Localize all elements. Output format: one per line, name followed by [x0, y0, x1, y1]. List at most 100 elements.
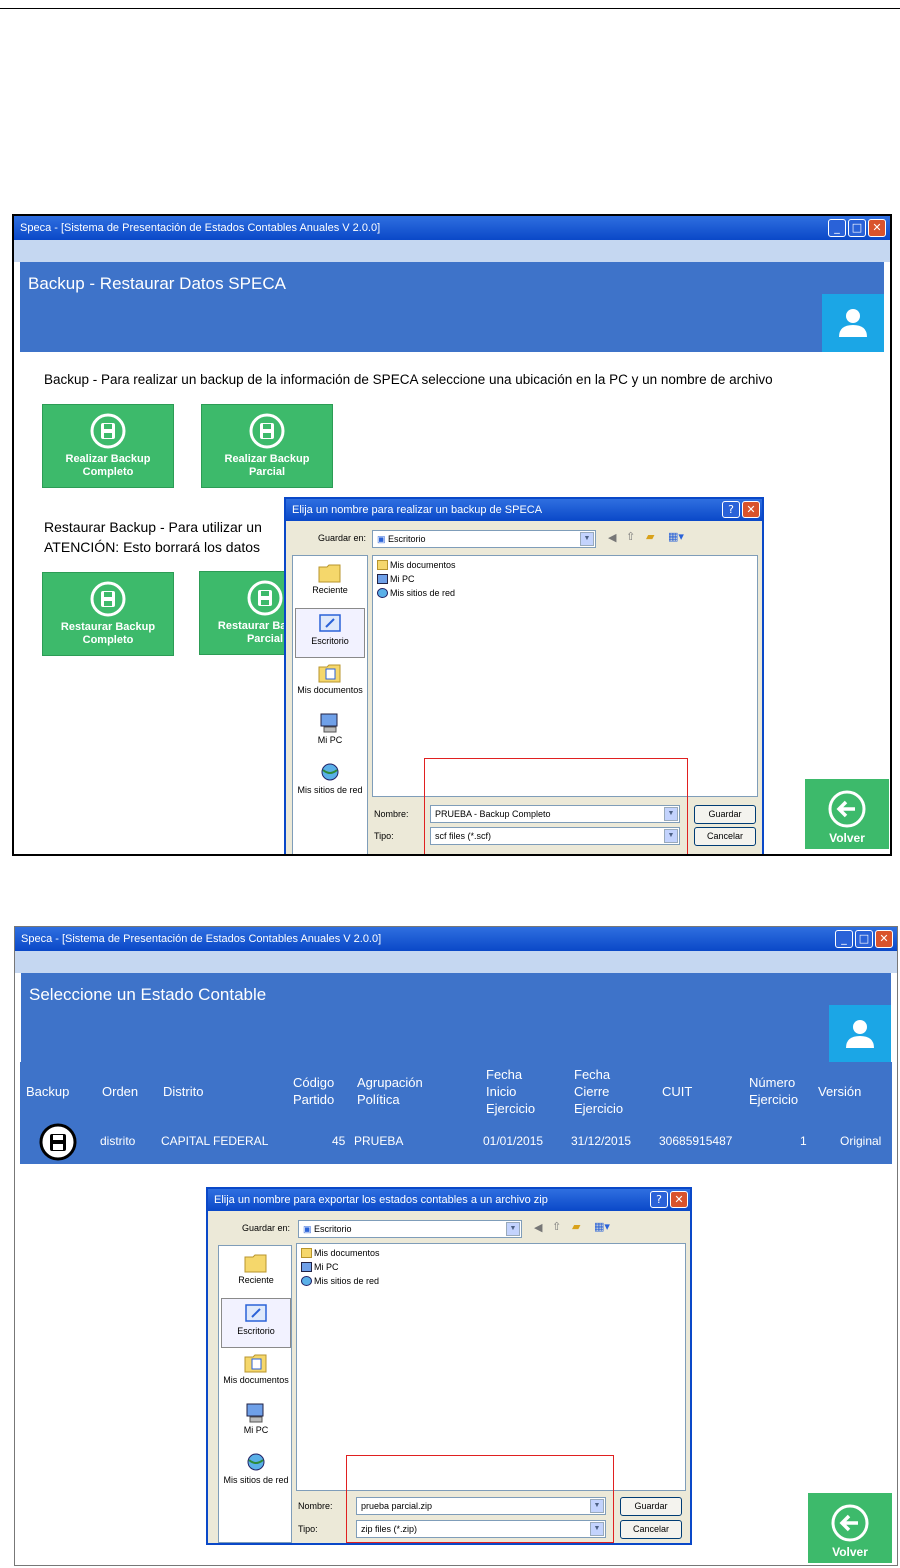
computer-icon	[246, 1403, 264, 1423]
maximize-button[interactable]: □	[855, 930, 873, 948]
restore-full-label: Restaurar Backup Completo	[60, 621, 156, 646]
chevron-down-icon: ▼	[506, 1222, 520, 1236]
list-item[interactable]: Mis sitios de red	[301, 1276, 379, 1286]
view-menu-icon[interactable]: ▦▾	[594, 1220, 610, 1233]
desktop-icon	[319, 614, 341, 632]
window-title: Speca - [Sistema de Presentación de Esta…	[21, 933, 382, 945]
column-header[interactable]: Fecha Cierre Ejercicio	[574, 1062, 644, 1120]
restore-instruction-line1: Restaurar Backup - Para utilizar un	[44, 519, 262, 535]
page-header: Backup - Restaurar Datos SPECA	[20, 262, 884, 352]
place-desktop[interactable]: Escritorio	[221, 1298, 291, 1348]
cancel-button[interactable]: Cancelar	[620, 1520, 682, 1539]
name-label: Nombre:	[374, 809, 409, 819]
save-button[interactable]: Guardar	[694, 805, 756, 824]
dialog-close-button[interactable]: ✕	[670, 1191, 688, 1208]
save-in-label: Guardar en:	[242, 1223, 291, 1233]
chevron-down-icon: ▼	[580, 532, 594, 546]
column-header[interactable]: Código Partido	[293, 1062, 349, 1120]
save-in-select[interactable]: ▣ Escritorio ▼	[372, 530, 596, 548]
speca-window-backup: Speca - [Sistema de Presentación de Esta…	[12, 214, 892, 856]
save-button[interactable]: Guardar	[620, 1497, 682, 1516]
user-button[interactable]	[822, 294, 884, 352]
volver-button[interactable]: Volver	[808, 1493, 892, 1563]
volver-label: Volver	[832, 1545, 868, 1559]
minimize-button[interactable]: _	[835, 930, 853, 948]
cell-distrito: CAPITAL FEDERAL	[161, 1134, 269, 1148]
save-in-select[interactable]: ▣ Escritorio ▼	[298, 1220, 522, 1238]
place-recent[interactable]: Reciente	[221, 1248, 291, 1298]
close-button[interactable]: ✕	[868, 219, 886, 237]
user-icon	[846, 1020, 874, 1048]
backup-partial-button[interactable]: Realizar Backup Parcial	[201, 404, 333, 488]
cancel-button[interactable]: Cancelar	[694, 827, 756, 846]
column-header[interactable]: Fecha Inicio Ejercicio	[486, 1062, 556, 1120]
type-label: Tipo:	[298, 1524, 318, 1534]
list-item[interactable]: Mi PC	[301, 1262, 339, 1272]
floppy-backup-icon[interactable]	[38, 1123, 78, 1161]
page-header: Seleccione un Estado Contable	[21, 973, 891, 1063]
cell-cierre: 31/12/2015	[571, 1134, 632, 1148]
documents-folder-icon	[244, 1354, 267, 1373]
dialog-titlebar: Elija un nombre para exportar los estado…	[208, 1189, 690, 1211]
cell-numero: 1	[800, 1134, 807, 1148]
window-title: Speca - [Sistema de Presentación de Esta…	[20, 222, 381, 234]
place-documents[interactable]: Mis documentos	[295, 658, 365, 708]
help-button[interactable]: ?	[650, 1191, 668, 1208]
list-item[interactable]: Mi PC	[377, 574, 415, 584]
place-desktop[interactable]: Escritorio	[295, 608, 365, 658]
file-list[interactable]: Mis documentos Mi PC Mis sitios de red	[296, 1243, 686, 1491]
backup-full-button[interactable]: Realizar Backup Completo	[42, 404, 174, 488]
computer-icon	[301, 1262, 312, 1272]
column-header[interactable]: Versión	[818, 1062, 882, 1120]
column-header[interactable]: Distrito	[163, 1062, 283, 1120]
page-top-rule	[0, 8, 900, 9]
table-row[interactable]: distrito CAPITAL FEDERAL 45 PRUEBA 01/01…	[20, 1120, 892, 1164]
column-header[interactable]: Orden	[102, 1062, 162, 1120]
save-in-value: Escritorio	[314, 1224, 352, 1234]
backup-instruction: Backup - Para realizar un backup de la i…	[44, 372, 773, 387]
back-nav-icon[interactable]: ◀	[534, 1221, 542, 1234]
cell-orden: distrito	[100, 1134, 136, 1148]
list-item[interactable]: Mis documentos	[301, 1248, 380, 1258]
save-dialog-export: Elija un nombre para exportar los estado…	[206, 1187, 692, 1545]
help-button[interactable]: ?	[722, 501, 740, 518]
up-folder-icon[interactable]: ⇧	[626, 530, 635, 543]
list-item[interactable]: Mis sitios de red	[377, 588, 455, 598]
menu-strip	[15, 951, 897, 973]
restore-full-button[interactable]: Restaurar Backup Completo	[42, 572, 174, 656]
new-folder-icon[interactable]: ▰	[646, 530, 654, 543]
minimize-button[interactable]: _	[828, 219, 846, 237]
volver-button[interactable]: Volver	[805, 779, 889, 849]
window-titlebar: Speca - [Sistema de Presentación de Esta…	[14, 216, 890, 240]
desktop-icon: ▣	[377, 534, 386, 544]
column-header[interactable]: Agrupación Política	[357, 1062, 453, 1120]
cell-codigo: 45	[332, 1134, 346, 1148]
place-network[interactable]: Mis sitios de red	[221, 1448, 291, 1498]
column-header[interactable]: Número Ejercicio	[749, 1062, 813, 1120]
place-network[interactable]: Mis sitios de red	[295, 758, 365, 808]
documents-folder-icon	[318, 664, 341, 683]
user-button[interactable]	[829, 1005, 891, 1063]
new-folder-icon[interactable]: ▰	[572, 1220, 580, 1233]
maximize-button[interactable]: □	[848, 219, 866, 237]
dialog-close-button[interactable]: ✕	[742, 501, 760, 518]
desktop-icon	[245, 1304, 267, 1322]
computer-icon	[320, 713, 338, 733]
column-header[interactable]: CUIT	[662, 1062, 722, 1120]
column-header[interactable]: Backup	[26, 1062, 96, 1120]
up-folder-icon[interactable]: ⇧	[552, 1220, 561, 1233]
place-recent[interactable]: Reciente	[295, 558, 365, 608]
back-arrow-icon	[831, 1504, 869, 1542]
place-my-pc[interactable]: Mi PC	[295, 708, 365, 758]
folder-icon	[377, 560, 388, 570]
page-title: Backup - Restaurar Datos SPECA	[28, 274, 286, 293]
folder-icon	[244, 1254, 267, 1273]
dialog-title: Elija un nombre para realizar un backup …	[292, 504, 543, 516]
place-documents[interactable]: Mis documentos	[221, 1348, 291, 1398]
close-button[interactable]: ✕	[875, 930, 893, 948]
back-nav-icon[interactable]: ◀	[608, 531, 616, 544]
place-my-pc[interactable]: Mi PC	[221, 1398, 291, 1448]
cell-inicio: 01/01/2015	[483, 1134, 544, 1148]
view-menu-icon[interactable]: ▦▾	[668, 530, 684, 543]
list-item[interactable]: Mis documentos	[377, 560, 456, 570]
